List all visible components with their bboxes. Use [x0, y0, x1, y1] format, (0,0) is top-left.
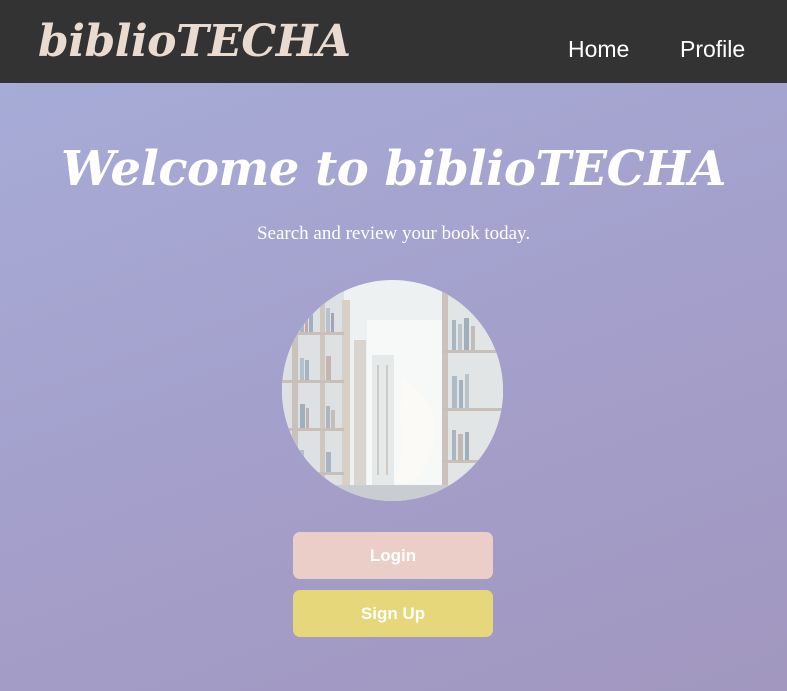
nav-link-home[interactable]: Home: [568, 35, 629, 63]
hero-subtitle: Search and review your book today.: [256, 223, 531, 244]
hero-title: Welcome to biblioTECHA: [61, 141, 726, 197]
sign-up-button[interactable]: Sign Up: [293, 590, 493, 637]
brand-logo[interactable]: biblioTECHA: [38, 14, 351, 70]
nav-link-profile[interactable]: Profile: [680, 35, 745, 63]
library-image: [282, 280, 503, 501]
navbar: biblioTECHA Home Profile: [0, 0, 787, 83]
login-button[interactable]: Login: [293, 532, 493, 579]
